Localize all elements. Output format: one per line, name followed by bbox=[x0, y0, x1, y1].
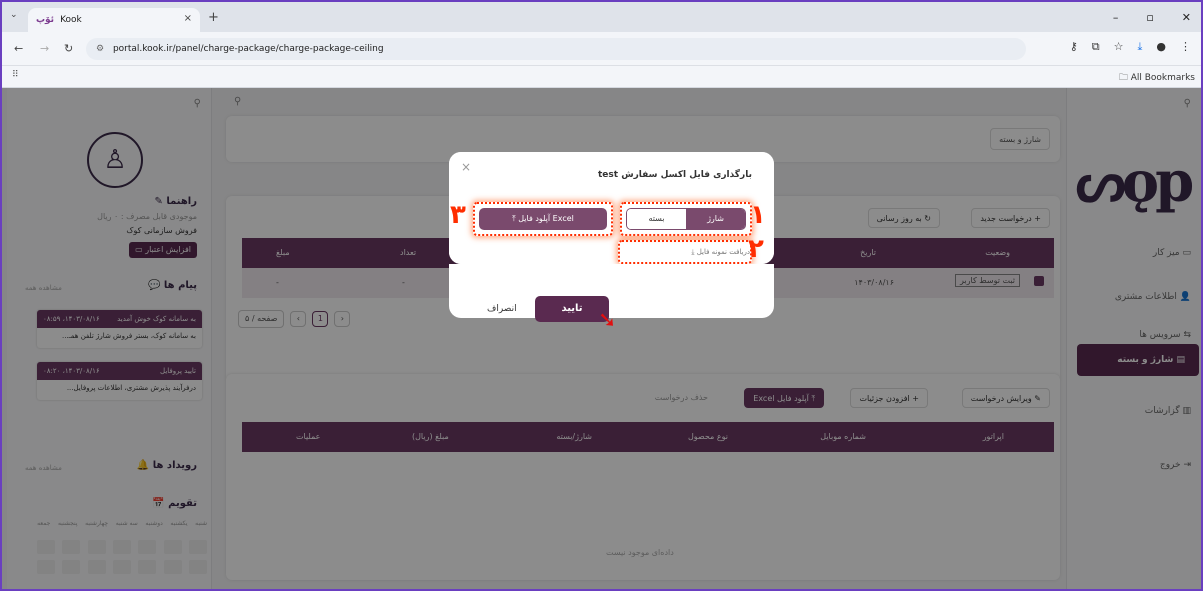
all-bookmarks[interactable]: 🗀 All Bookmarks bbox=[1119, 70, 1195, 86]
star-icon[interactable]: ☆ bbox=[1114, 40, 1124, 54]
highlight-1 bbox=[620, 202, 752, 236]
apps-icon[interactable]: ⠿ bbox=[12, 70, 19, 80]
marker-1: ۱ bbox=[750, 200, 766, 230]
browser-tab[interactable]: ئۆپ Kook × bbox=[28, 8, 200, 32]
tab-search-icon[interactable]: ⌄ bbox=[10, 10, 18, 20]
all-bookmarks-label: All Bookmarks bbox=[1130, 73, 1195, 83]
window-controls: – ▫ ✕ bbox=[1113, 2, 1201, 32]
modal-title: بارگذاری فایل اکسل سفارش test bbox=[597, 170, 752, 180]
highlight-3 bbox=[473, 202, 613, 236]
bookmarks-bar: ⠿ 🗀 All Bookmarks bbox=[2, 66, 1201, 88]
close-window-icon[interactable]: ✕ bbox=[1182, 11, 1191, 24]
marker-3: ۳ bbox=[450, 200, 466, 230]
tab-title: Kook bbox=[60, 15, 82, 25]
highlight-2 bbox=[618, 240, 752, 264]
menu-icon[interactable]: ⋮ bbox=[1180, 40, 1191, 54]
favicon-icon: ئۆپ bbox=[36, 15, 55, 25]
minimize-icon[interactable]: – bbox=[1113, 11, 1119, 24]
close-modal-icon[interactable]: × bbox=[461, 160, 471, 174]
new-tab-icon[interactable]: + bbox=[208, 10, 219, 25]
address-bar-area: ← → ↻ ⚙ portal.kook.ir/panel/charge-pack… bbox=[2, 32, 1201, 66]
back-icon[interactable]: ← bbox=[14, 42, 23, 55]
url-field[interactable]: ⚙ portal.kook.ir/panel/charge-package/ch… bbox=[86, 38, 1026, 60]
maximize-icon[interactable]: ▫ bbox=[1146, 11, 1153, 24]
reload-icon[interactable]: ↻ bbox=[64, 42, 73, 55]
toolbar-icons: ⚷ ⧉ ☆ ⤓ ● ⋮ bbox=[1070, 40, 1191, 54]
tab-bar: ⌄ ئۆپ Kook × + – ▫ ✕ bbox=[2, 2, 1201, 32]
cancel-button[interactable]: انصراف bbox=[487, 304, 517, 314]
marker-2: ۲ bbox=[748, 234, 764, 264]
download-icon[interactable]: ⤓ bbox=[1138, 40, 1143, 54]
cast-icon[interactable]: ⧉ bbox=[1092, 40, 1100, 54]
profile-icon[interactable]: ● bbox=[1156, 40, 1166, 54]
forward-icon[interactable]: → bbox=[40, 42, 49, 55]
modal-panel: × بارگذاری فایل اکسل سفارش test بسته شار… bbox=[449, 152, 774, 264]
key-icon[interactable]: ⚷ bbox=[1070, 40, 1078, 54]
mouse-cursor-icon: ➘ bbox=[598, 308, 617, 333]
close-tab-icon[interactable]: × bbox=[184, 13, 192, 24]
url-text: portal.kook.ir/panel/charge-package/char… bbox=[112, 44, 384, 54]
browser-window: ⌄ ئۆپ Kook × + – ▫ ✕ ← → ↻ ⚙ portal.kook… bbox=[0, 0, 1203, 591]
site-info-icon[interactable]: ⚙ bbox=[96, 44, 104, 54]
